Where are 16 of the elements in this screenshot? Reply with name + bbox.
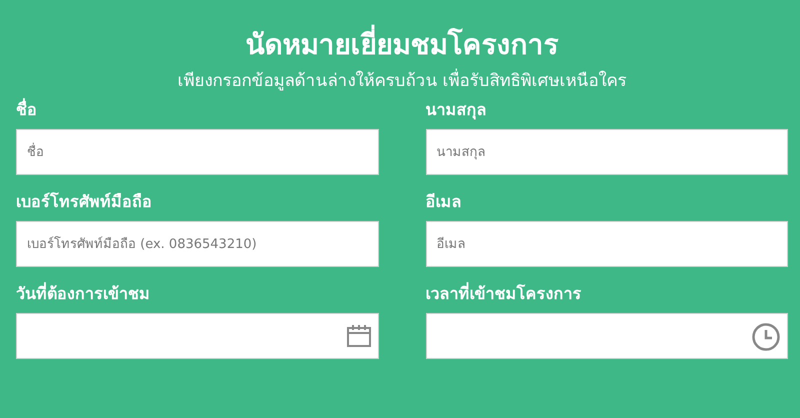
field-label: เบอร์โทรศัพท์มือถือ <box>16 191 153 213</box>
input-field[interactable]: อีเมล <box>426 221 788 267</box>
form-subtitle: เพียงกรอกข้อมูลด้านล่างให้ครบถ้วน เพื่อรับสิทธิพิเศษเหนือใคร <box>16 69 788 93</box>
calendar-icon[interactable] <box>346 325 370 347</box>
field-label: วันที่ต้องการเข้าชม <box>16 283 151 305</box>
field-label: เวลาที่เข้าชมโครงการ <box>426 283 582 305</box>
field-label: นามสกุล <box>426 99 488 121</box>
form-title: นัดหมายเยี่ยมชมโครงการ <box>16 26 788 64</box>
input-field[interactable]: ชื่อ <box>16 129 378 175</box>
input-field[interactable] <box>426 313 788 359</box>
input-field[interactable]: นามสกุล <box>426 129 788 175</box>
input-field[interactable]: เบอร์โทรศัพท์มือถือ (ex. 0836543210) <box>16 221 378 267</box>
input-field[interactable] <box>16 313 378 359</box>
field-label: อีเมล <box>426 191 462 213</box>
field-label: ชื่อ <box>16 99 38 121</box>
clock-icon[interactable] <box>752 323 780 351</box>
